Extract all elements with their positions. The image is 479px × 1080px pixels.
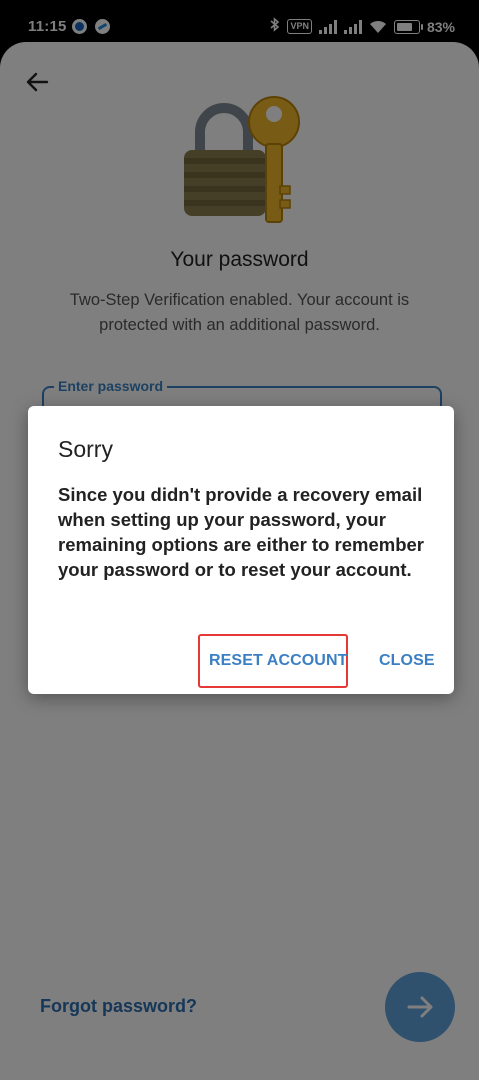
- dialog-message: Since you didn't provide a recovery emai…: [58, 484, 424, 580]
- reset-account-button[interactable]: RESET ACCOUNT: [209, 652, 348, 670]
- dialog-title: Sorry: [58, 436, 113, 462]
- close-button[interactable]: CLOSE: [379, 652, 435, 670]
- sorry-dialog: Sorry Since you didn't provide a recover…: [28, 406, 454, 694]
